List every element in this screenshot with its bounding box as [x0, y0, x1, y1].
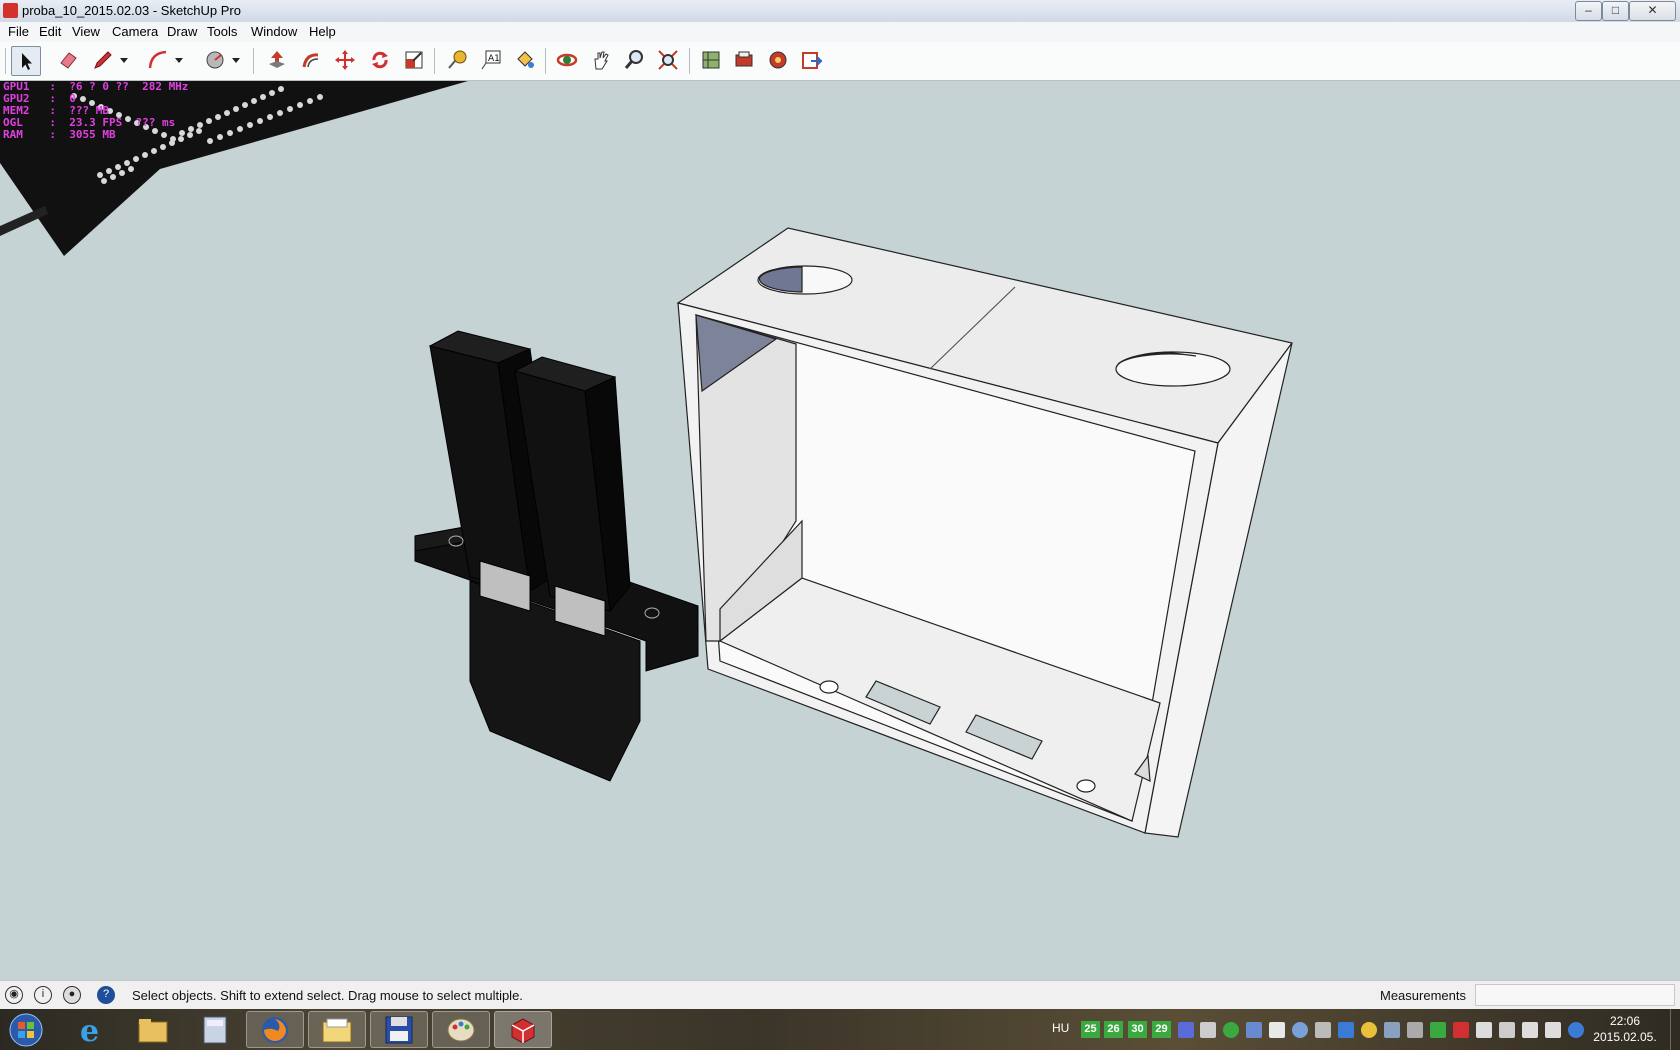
scale-tool-icon[interactable]	[400, 46, 428, 74]
tray-badge-1[interactable]: 25	[1081, 1021, 1100, 1038]
menu-window[interactable]: Window	[251, 24, 297, 39]
tray-shield-icon[interactable]	[1338, 1022, 1354, 1038]
title-bar: proba_10_2015.02.03 - SketchUp Pro – □ ✕	[0, 0, 1680, 23]
tray-satellite-icon[interactable]	[1269, 1022, 1285, 1038]
menu-draw[interactable]: Draw	[167, 24, 197, 39]
show-desktop-button[interactable]	[1670, 1009, 1680, 1050]
select-tool-icon[interactable]	[11, 46, 41, 76]
language-indicator[interactable]: HU	[1052, 1021, 1069, 1035]
status-hint-text: Select objects. Shift to extend select. …	[132, 988, 523, 1003]
volume-icon[interactable]	[1545, 1022, 1561, 1038]
window-title: proba_10_2015.02.03 - SketchUp Pro	[22, 3, 241, 18]
pan-tool-icon[interactable]	[587, 46, 615, 74]
white-box-object	[676, 227, 1294, 838]
tray-flag-icon[interactable]	[1499, 1022, 1515, 1038]
zoom-extents-tool-icon[interactable]	[654, 46, 682, 74]
tray-display-icon[interactable]	[1522, 1022, 1538, 1038]
menu-edit[interactable]: Edit	[39, 24, 61, 39]
sketchup-app-icon	[3, 3, 18, 18]
tray-badge-2[interactable]: 26	[1104, 1021, 1123, 1038]
clock-date: 2015.02.05.	[1593, 1030, 1657, 1044]
gpu-stats-overlay: GPU1 : ?6 ? 0 ?? 282 MHz GPU2 : 0 MEM2 : ?…	[3, 81, 189, 141]
shapes-tool-icon[interactable]	[201, 46, 229, 74]
tape-measure-tool-icon[interactable]	[443, 46, 471, 74]
windows-taskbar: e HU 25 26 30 29 22:06 2015.02.05.	[0, 1009, 1680, 1050]
menu-view[interactable]: View	[72, 24, 100, 39]
model-viewport[interactable]: GPU1 : ?6 ? 0 ?? 282 MHz GPU2 : 0 MEM2 : ?…	[0, 81, 1680, 980]
tray-tool-icon[interactable]	[1315, 1022, 1331, 1038]
credits-info-icon[interactable]: i	[34, 986, 52, 1004]
menu-help[interactable]: Help	[309, 24, 336, 39]
maximize-button[interactable]: □	[1602, 1, 1629, 21]
tray-utorrent-icon[interactable]	[1223, 1022, 1239, 1038]
tray-globe-icon[interactable]	[1292, 1022, 1308, 1038]
save-disk-icon[interactable]	[370, 1011, 428, 1048]
tray-monitor-icon[interactable]	[1178, 1022, 1194, 1038]
3d-warehouse-icon[interactable]	[697, 46, 725, 74]
menu-tools[interactable]: Tools	[207, 24, 237, 39]
toolbar: A1	[0, 42, 1680, 81]
svg-text:A1: A1	[488, 54, 500, 64]
move-tool-icon[interactable]	[331, 46, 359, 74]
menu-camera[interactable]: Camera	[112, 24, 158, 39]
start-button[interactable]	[0, 1011, 52, 1048]
measurements-input[interactable]	[1475, 984, 1675, 1006]
svg-text:e: e	[80, 1015, 99, 1045]
text-tool-icon[interactable]: A1	[477, 46, 505, 74]
offset-tool-icon[interactable]	[297, 46, 325, 74]
menu-bar: File Edit View Camera Draw Tools Window …	[0, 22, 1680, 42]
components-tool-icon[interactable]	[764, 46, 792, 74]
zoom-tool-icon[interactable]	[620, 46, 648, 74]
line-tool-dropdown-icon[interactable]	[117, 46, 131, 74]
arc-tool-icon[interactable]	[144, 46, 172, 74]
tray-airplane-icon[interactable]	[1200, 1022, 1216, 1038]
tray-action-center-icon[interactable]	[1476, 1022, 1492, 1038]
tray-network-icon[interactable]	[1246, 1022, 1262, 1038]
help-icon[interactable]: ?	[97, 986, 115, 1004]
black-bracket-object	[414, 330, 699, 782]
send-to-layout-icon[interactable]	[798, 46, 826, 74]
tray-64-icon[interactable]	[1453, 1022, 1469, 1038]
firefox-icon[interactable]	[246, 1011, 304, 1048]
sketchup-task-icon[interactable]	[494, 1011, 552, 1048]
push-pull-tool-icon[interactable]	[263, 46, 291, 74]
paint-icon[interactable]	[432, 1011, 490, 1048]
tray-sun-icon[interactable]	[1361, 1022, 1377, 1038]
geo-location-icon[interactable]: ◉	[5, 986, 23, 1004]
tray-badge-3[interactable]: 30	[1128, 1021, 1147, 1038]
folder-task-icon[interactable]	[308, 1011, 366, 1048]
orbit-tool-icon[interactable]	[553, 46, 581, 74]
user-account-icon[interactable]: ●	[63, 986, 81, 1004]
tray-update-icon[interactable]	[1430, 1022, 1446, 1038]
clock-time: 22:06	[1609, 1014, 1641, 1028]
tray-badge-4[interactable]: 29	[1152, 1021, 1171, 1038]
paint-bucket-tool-icon[interactable]	[511, 46, 539, 74]
internet-explorer-icon[interactable]: e	[62, 1011, 120, 1048]
close-button[interactable]: ✕	[1629, 1, 1676, 21]
minimize-button[interactable]: –	[1575, 1, 1602, 21]
eraser-tool-icon[interactable]	[54, 46, 82, 74]
shapes-tool-dropdown-icon[interactable]	[229, 46, 243, 74]
model-canvas[interactable]	[0, 81, 1680, 980]
tray-keyboard-icon[interactable]	[1407, 1022, 1423, 1038]
file-explorer-icon[interactable]	[124, 1011, 182, 1048]
tray-disk-icon[interactable]	[1384, 1022, 1400, 1038]
pencil-line-tool-icon[interactable]	[89, 46, 117, 74]
arc-tool-dropdown-icon[interactable]	[172, 46, 186, 74]
menu-file[interactable]: File	[8, 24, 29, 39]
measurements-label: Measurements	[1380, 988, 1466, 1003]
extension-warehouse-icon[interactable]	[730, 46, 758, 74]
tray-info-icon[interactable]	[1568, 1022, 1584, 1038]
status-bar: ◉ i ● ? Select objects. Shift to extend …	[0, 980, 1680, 1009]
taskbar-clock[interactable]: 22:06 2015.02.05.	[1584, 1013, 1666, 1045]
calculator-icon[interactable]	[186, 1011, 244, 1048]
rotate-tool-icon[interactable]	[366, 46, 394, 74]
